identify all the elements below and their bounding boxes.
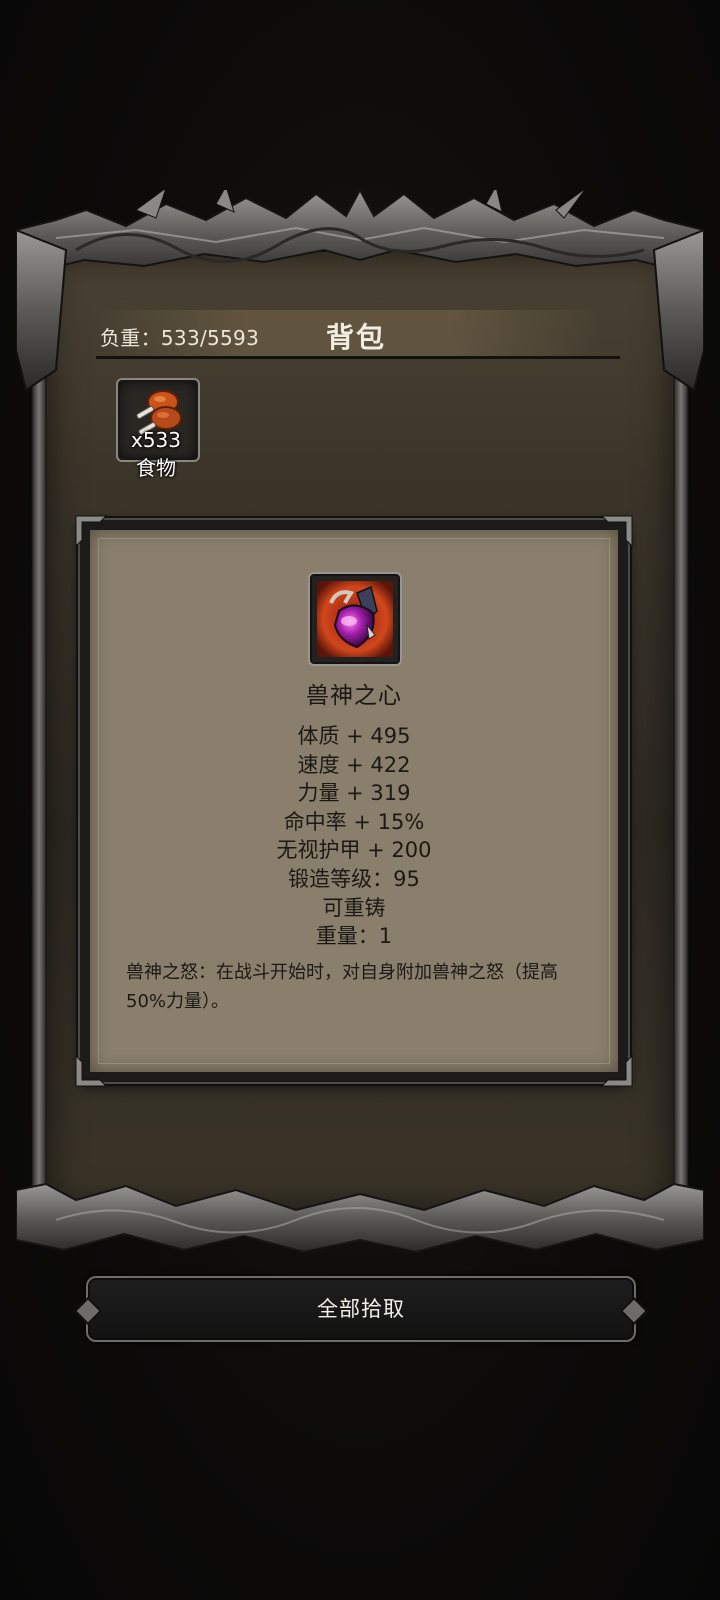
page-title: 背包	[326, 321, 387, 354]
item-stat: 可重铸	[322, 895, 386, 920]
corner-ornament-icon	[75, 515, 108, 548]
item-stat: 无视护甲 + 200	[276, 838, 432, 863]
screen: 负重：533/5593 背包 x533 食物 兽神之心 体质 + 495 速度 …	[0, 0, 720, 1600]
item-stat: 重量：1	[315, 924, 393, 949]
inventory-item-count: x533	[130, 428, 181, 452]
item-stats-list: 体质 + 495 速度 + 422 力量 + 319 命中率 + 15% 无视护…	[80, 722, 628, 951]
inventory-item-name: 食物	[136, 456, 176, 480]
item-stat: 锻造等级：95	[288, 866, 420, 891]
item-stat: 体质 + 495	[297, 724, 411, 748]
item-name: 兽神之心	[306, 683, 402, 709]
corner-ornament-icon	[600, 1054, 633, 1087]
corner-ornament-icon	[75, 1054, 108, 1087]
pickup-all-button[interactable]: 全部拾取	[73, 1276, 649, 1342]
beast-god-heart-icon	[317, 581, 393, 657]
pickup-all-label: 全部拾取	[317, 1297, 405, 1321]
item-description: 兽神之怒：在战斗开始时，对自身附加兽神之怒（提高50%力量）。	[126, 962, 558, 1012]
item-stat: 速度 + 422	[297, 752, 411, 777]
item-icon-frame	[308, 572, 402, 666]
item-stat: 力量 + 319	[297, 781, 411, 806]
item-stat: 命中率 + 15%	[283, 809, 425, 834]
carry-weight-label: 负重：533/5593	[100, 326, 260, 350]
header-divider	[96, 356, 620, 359]
corner-ornament-icon	[600, 515, 633, 548]
